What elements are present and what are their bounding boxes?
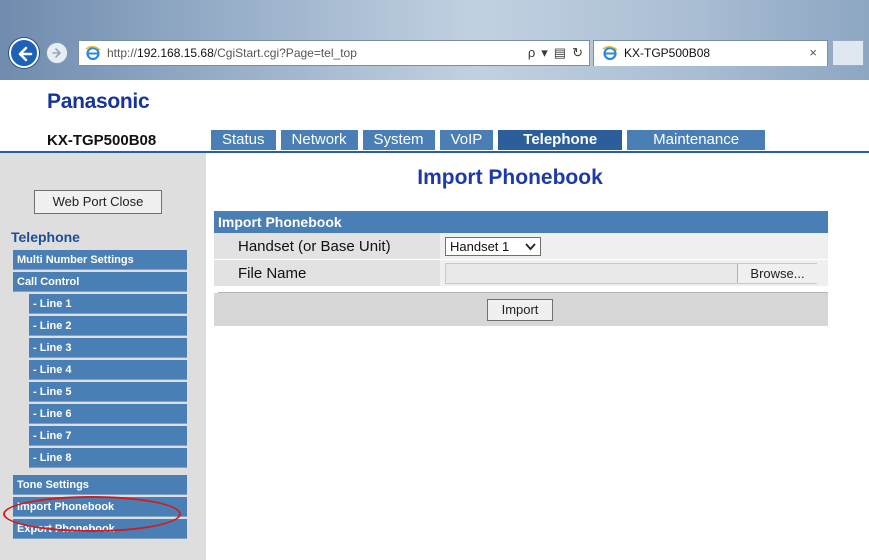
sidebar-item-multi-number-settings[interactable]: Multi Number Settings bbox=[13, 250, 187, 270]
address-tools: ρ ▾ ▤ ↻ bbox=[528, 45, 583, 61]
file-name-value-cell: Browse... bbox=[440, 260, 828, 286]
panel-title: Import Phonebook bbox=[214, 211, 828, 233]
highlight-ellipse bbox=[3, 496, 181, 532]
sidebar-item-line-3[interactable]: - Line 3 bbox=[29, 338, 187, 358]
refresh-icon[interactable]: ↻ bbox=[572, 45, 583, 61]
dropdown-icon[interactable]: ▾ bbox=[541, 45, 548, 61]
tab-maintenance[interactable]: Maintenance bbox=[627, 130, 766, 150]
sidebar-item-line-1[interactable]: - Line 1 bbox=[29, 294, 187, 314]
web-page: Panasonic KX-TGP500B08 Status Network Sy… bbox=[0, 80, 869, 560]
forward-arrow-icon bbox=[52, 48, 61, 58]
sidebar-item-line-8[interactable]: - Line 8 bbox=[29, 448, 187, 468]
handset-value-cell: Handset 1 bbox=[440, 233, 828, 259]
model-name: KX-TGP500B08 bbox=[47, 132, 157, 149]
action-bar: Import bbox=[214, 293, 828, 326]
tab-close-icon[interactable]: × bbox=[809, 45, 817, 60]
ie-page-icon bbox=[85, 46, 101, 61]
tab-telephone[interactable]: Telephone bbox=[498, 130, 623, 150]
sidebar-item-line-7[interactable]: - Line 7 bbox=[29, 426, 187, 446]
sidebar-item-line-5[interactable]: - Line 5 bbox=[29, 382, 187, 402]
browse-button[interactable]: Browse... bbox=[737, 264, 817, 283]
back-arrow-icon bbox=[18, 46, 33, 62]
compat-view-icon[interactable]: ▤ bbox=[554, 45, 566, 61]
sidebar-section-title: Telephone bbox=[11, 229, 80, 245]
handset-row: Handset (or Base Unit) Handset 1 bbox=[214, 233, 828, 260]
file-name-row: File Name Browse... bbox=[214, 260, 828, 287]
tab-system[interactable]: System bbox=[362, 130, 435, 150]
tab-voip[interactable]: VoIP bbox=[439, 130, 494, 150]
tab-title: KX-TGP500B08 bbox=[624, 46, 711, 60]
ie-tab-icon bbox=[602, 46, 618, 61]
browser-chrome: http://192.168.15.68/CgiStart.cgi?Page=t… bbox=[0, 0, 869, 80]
browser-tab[interactable]: KX-TGP500B08 × bbox=[593, 40, 828, 66]
forward-button[interactable] bbox=[46, 42, 68, 64]
file-name-label: File Name bbox=[214, 260, 440, 286]
chevron-down-icon bbox=[525, 243, 536, 251]
search-icon[interactable]: ρ bbox=[528, 45, 535, 61]
handset-select-value: Handset 1 bbox=[450, 239, 510, 254]
import-button[interactable]: Import bbox=[487, 299, 553, 321]
sidebar-item-call-control[interactable]: Call Control bbox=[13, 272, 187, 292]
back-button[interactable] bbox=[9, 38, 39, 68]
new-tab-button[interactable] bbox=[832, 40, 864, 66]
handset-label: Handset (or Base Unit) bbox=[214, 233, 440, 259]
file-name-input[interactable]: Browse... bbox=[445, 263, 817, 284]
main-content: Import Phonebook Import Phonebook Handse… bbox=[206, 153, 869, 560]
web-port-close-button[interactable]: Web Port Close bbox=[34, 190, 162, 214]
page-title: Import Phonebook bbox=[417, 166, 603, 189]
import-phonebook-panel: Import Phonebook Handset (or Base Unit) … bbox=[214, 211, 828, 326]
tab-network[interactable]: Network bbox=[280, 130, 358, 150]
handset-select[interactable]: Handset 1 bbox=[445, 237, 541, 256]
tab-status[interactable]: Status bbox=[211, 130, 276, 150]
sidebar-item-tone-settings[interactable]: Tone Settings bbox=[13, 475, 187, 495]
sidebar-item-line-4[interactable]: - Line 4 bbox=[29, 360, 187, 380]
panasonic-logo: Panasonic bbox=[47, 90, 150, 113]
window-titlebar bbox=[0, 0, 869, 36]
address-bar[interactable]: http://192.168.15.68/CgiStart.cgi?Page=t… bbox=[78, 40, 590, 66]
top-nav: Status Network System VoIP Telephone Mai… bbox=[211, 130, 766, 150]
url-text: http://192.168.15.68/CgiStart.cgi?Page=t… bbox=[107, 46, 357, 60]
sidebar-item-line-6[interactable]: - Line 6 bbox=[29, 404, 187, 424]
sidebar-item-line-2[interactable]: - Line 2 bbox=[29, 316, 187, 336]
